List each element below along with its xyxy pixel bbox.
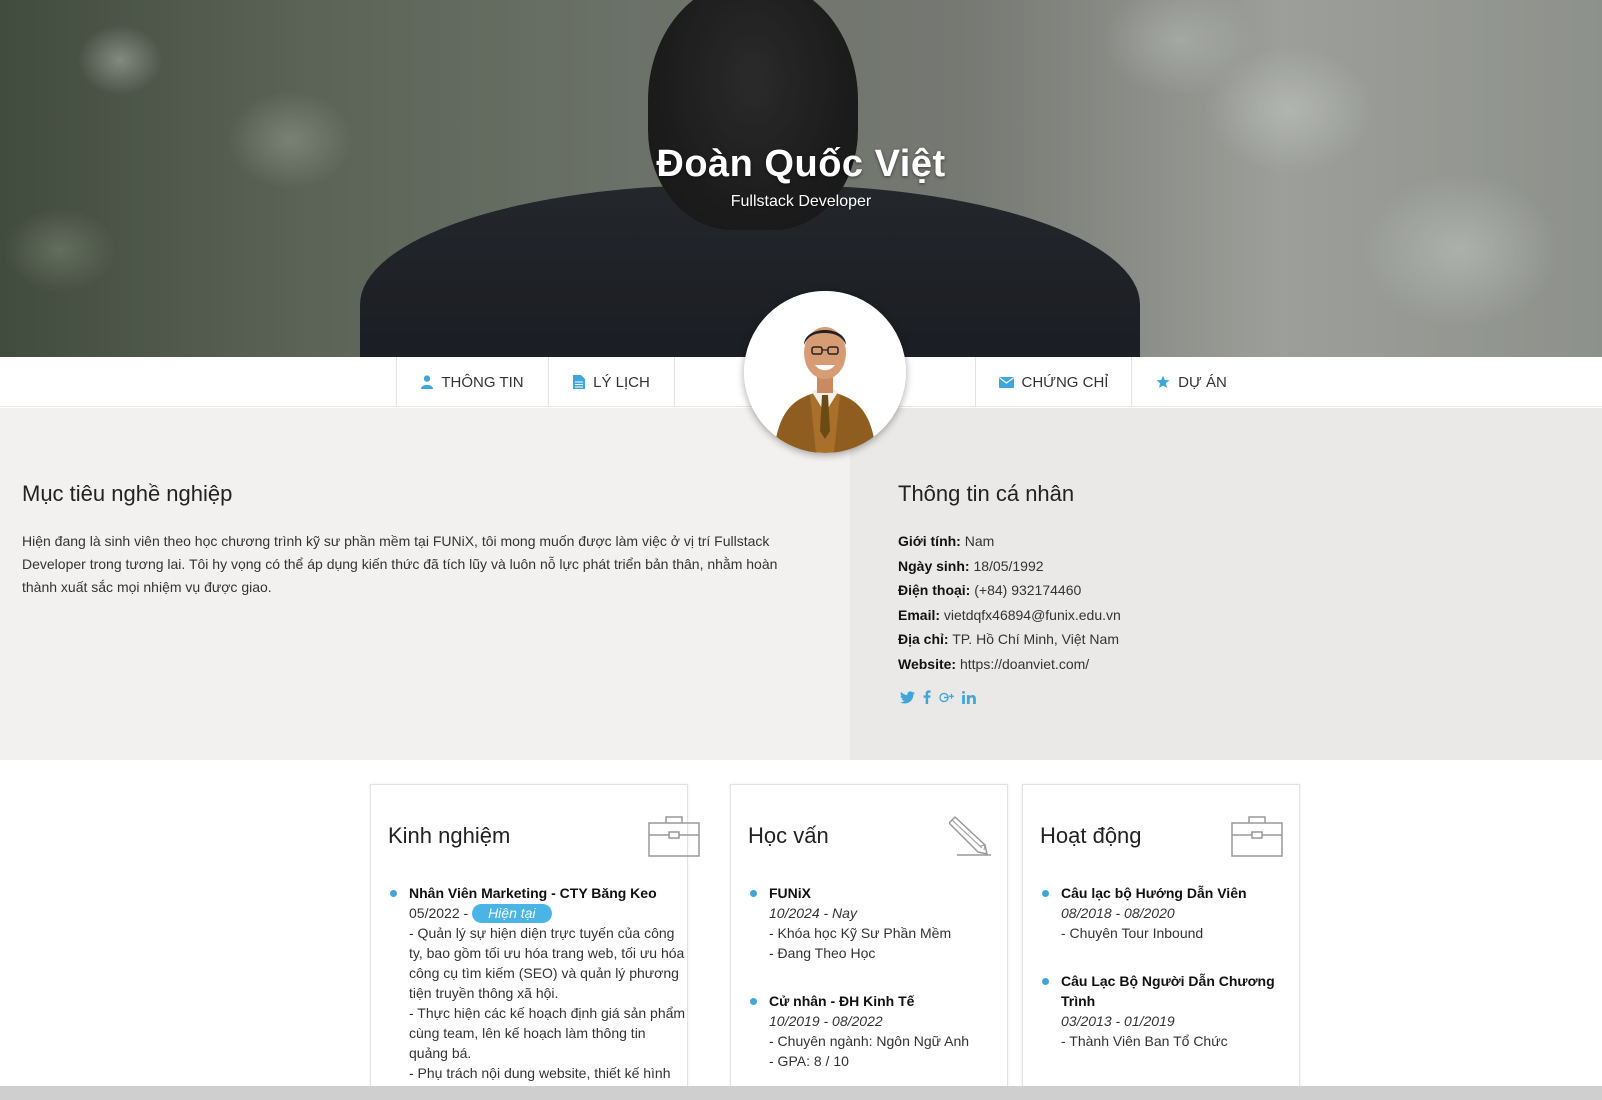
education-entry: Cử nhân - ĐH Kinh Tế 10/2019 - 08/2022 -… [750,991,999,1071]
profile-role: Fullstack Developer [730,193,872,210]
education-entry: FUNiX 10/2024 - Nay - Khóa học Kỹ Sư Phầ… [750,883,999,963]
info-address-value: TP. Hồ Chí Minh, Việt Nam [952,631,1119,647]
nav-tab-certificates[interactable]: CHỨNG CHỈ [975,357,1131,407]
activity-entry-title: Câu Lạc Bộ Người Dẫn Chương Trình [1061,973,1275,1009]
info-address: Địa chỉ: TP. Hồ Chí Minh, Việt Nam [898,627,1121,652]
nav-tab-info[interactable]: THÔNG TIN [396,357,548,407]
education-entry-line: - Khóa học Kỹ Sư Phần Mềm [769,925,952,941]
horizontal-scrollbar[interactable] [0,1086,1602,1100]
info-email-value[interactable]: vietdqfx46894@funix.edu.vn [944,607,1121,623]
info-phone-value: (+84) 932174460 [974,582,1082,598]
user-icon [421,375,434,389]
google-plus-icon[interactable] [939,691,954,704]
experience-entry-title: Nhân Viên Marketing - CTY Băng Keo [409,885,657,901]
education-entry-date: 10/2019 - 08/2022 [769,1013,883,1029]
nav-tab-projects[interactable]: DỰ ÁN [1131,357,1251,407]
nav-tab-info-label: THÔNG TIN [441,373,524,391]
profile-name: Đoàn Quốc Việt [656,143,946,185]
info-website-link[interactable]: https://doanviet.com/ [960,656,1089,672]
education-entry-line: - Chuyên ngành: Ngôn Ngữ Anh [769,1033,970,1049]
activity-entry-line: - Thành Viên Ban Tổ Chức [1061,1033,1228,1049]
education-entry-title: FUNiX [769,885,811,901]
experience-entry: Nhân Viên Marketing - CTY Băng Keo 05/20… [390,883,687,1083]
nav-tab-cv-label: LÝ LỊCH [593,373,650,391]
twitter-icon[interactable] [900,690,915,704]
info-website-label: Website: [898,655,957,672]
facebook-icon[interactable] [923,690,931,704]
experience-card: Kinh nghiệm Nhân Viên Marketing - CTY Bă… [370,784,700,1100]
activity-entry-date: 03/2013 - 01/2019 [1061,1013,1175,1029]
nav-tab-cv[interactable]: LÝ LỊCH [548,357,674,407]
education-card: Học vấn FUNiX 10/2024 - Nay - Khóa học K… [730,784,1008,1100]
info-birthday-value: 18/05/1992 [973,557,1044,574]
profile-avatar [744,291,906,453]
bullet-dot [1042,978,1049,985]
personal-info-title: Thông tin cá nhân [898,481,1075,506]
briefcase-icon [648,815,700,862]
file-icon [573,375,586,389]
bullet-dot [1042,890,1049,897]
info-gender: Giới tính: Nam [898,529,1121,554]
info-website: Website: https://doanviet.com/ [898,652,1121,677]
education-title: Học vấn [748,823,829,848]
linkedin-icon[interactable] [962,690,976,704]
info-phone-label: Điện thoại: [898,582,971,598]
education-entry-date: 10/2024 - Nay [769,905,857,921]
current-badge: Hiện tại [472,904,552,923]
info-phone: Điện thoại: (+84) 932174460 [898,578,1121,603]
education-entry-line: - GPA: 8 / 10 [769,1053,849,1069]
experience-entry-date: 05/2022 - [409,905,469,921]
nav-tab-projects-label: DỰ ÁN [1178,373,1227,391]
activity-entry-line: - Chuyên Tour Inbound [1061,925,1204,941]
bullet-dot [390,890,397,897]
bullet-dot [750,890,757,897]
info-birthday: Ngày sinh: 18/05/1992 [898,554,1121,579]
star-icon [1156,375,1170,389]
info-email: Email: vietdqfx46894@funix.edu.vn [898,603,1121,628]
experience-entry-line: - Thực hiện các kế hoạch định giá sản ph… [409,1005,686,1061]
info-birthday-label: Ngày sinh: [898,557,970,574]
personal-info-list: Giới tính: Nam Ngày sinh: 18/05/1992 Điệ… [898,529,1121,676]
social-links [900,690,976,704]
experience-entry-date-row: 05/2022 - Hiện tại [409,903,687,923]
activities-title: Hoạt động [1040,823,1142,848]
briefcase-icon [1231,815,1283,862]
experience-entry-line: - Quản lý sự hiện diện trực tuyến của cô… [409,925,685,1001]
nav-divider [674,357,675,407]
nav-tab-certificates-label: CHỨNG CHỈ [1021,373,1109,391]
objective-title: Mục tiêu nghề nghiệp [22,481,233,506]
education-entry-title: Cử nhân - ĐH Kinh Tế [769,993,915,1009]
activity-entry-date: 08/2018 - 08/2020 [1061,905,1175,921]
info-email-label: Email: [898,606,941,623]
experience-entry-line: - Phụ trách nội dung website, thiết kế h… [409,1065,671,1081]
objective-text: Hiện đang là sinh viên theo học chương t… [22,533,778,595]
activities-card: Hoạt động Câu lạc bộ Hướng Dẫn Viên 08/2… [1022,784,1300,1100]
info-gender-value: Nam [964,533,995,549]
envelope-icon [998,376,1014,388]
pencil-icon [947,815,993,862]
experience-title: Kinh nghiệm [388,823,511,848]
info-address-label: Địa chỉ: [898,631,949,647]
info-gender-label: Giới tính: [898,533,961,549]
education-entry-line: - Đang Theo Học [769,945,876,961]
activity-entry: Câu Lạc Bộ Người Dẫn Chương Trình 03/201… [1042,971,1291,1051]
activity-entry: Câu lạc bộ Hướng Dẫn Viên 08/2018 - 08/2… [1042,883,1291,943]
bullet-dot [750,998,757,1005]
activity-entry-title: Câu lạc bộ Hướng Dẫn Viên [1061,885,1247,901]
